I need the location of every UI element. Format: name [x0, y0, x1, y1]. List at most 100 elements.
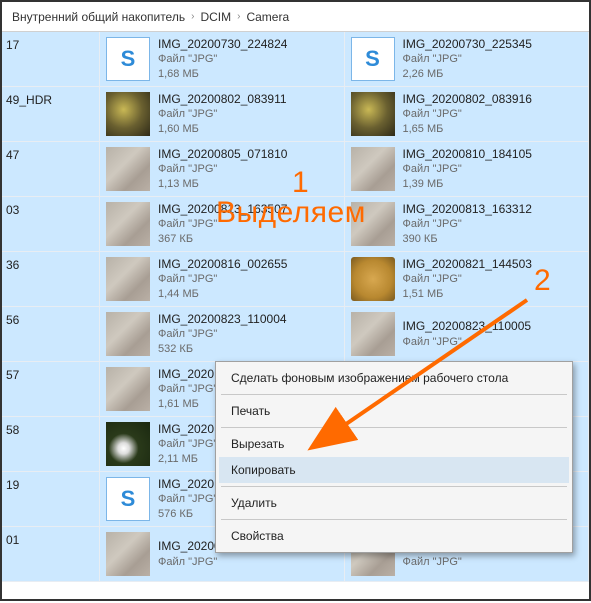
- partial-item[interactable]: 03: [2, 197, 100, 252]
- file-icon: [106, 37, 150, 81]
- menu-separator: [221, 394, 567, 395]
- file-size: 1,68 МБ: [158, 67, 287, 82]
- file-thumbnail: [351, 312, 395, 356]
- file-item[interactable]: IMG_20200816_002655Файл "JPG"1,44 МБ: [100, 252, 345, 307]
- item-suffix: 57: [6, 368, 19, 382]
- file-thumbnail: [106, 202, 150, 246]
- file-thumbnail: [106, 147, 150, 191]
- file-item[interactable]: IMG_20200821_144503Файл "JPG"1,51 МБ: [345, 252, 590, 307]
- file-size: 1,44 МБ: [158, 287, 287, 302]
- file-meta: IMG_20200730_225345 Файл "JPG" 2,26 МБ: [403, 36, 532, 82]
- menu-separator: [221, 519, 567, 520]
- file-size: 532 КБ: [158, 342, 287, 357]
- partial-item[interactable]: 47: [2, 142, 100, 197]
- item-suffix: 47: [6, 148, 19, 162]
- file-type: Файл "JPG": [158, 107, 287, 122]
- item-suffix: 17: [6, 38, 19, 52]
- partial-item[interactable]: 58: [2, 417, 100, 472]
- file-size: 2,11 МБ: [158, 452, 217, 467]
- file-name: IMG_20200805_071810: [158, 146, 287, 162]
- item-suffix: 01: [6, 533, 19, 547]
- file-name: IMG_2020: [158, 366, 217, 382]
- file-item[interactable]: IMG_20200813_163312Файл "JPG"390 КБ: [345, 197, 590, 252]
- chevron-right-icon: ›: [235, 11, 242, 22]
- item-suffix: 03: [6, 203, 19, 217]
- file-size: 1,39 МБ: [403, 177, 532, 192]
- file-icon: [106, 477, 150, 521]
- menu-copy[interactable]: Копировать: [219, 457, 569, 483]
- menu-set-wallpaper[interactable]: Сделать фоновым изображением рабочего ст…: [219, 365, 569, 391]
- menu-properties[interactable]: Свойства: [219, 523, 569, 549]
- file-item[interactable]: IMG_20200813_163507Файл "JPG"367 КБ: [100, 197, 345, 252]
- file-item[interactable]: IMG_20200810_184105Файл "JPG"1,39 МБ: [345, 142, 590, 197]
- context-menu[interactable]: Сделать фоновым изображением рабочего ст…: [215, 361, 573, 553]
- file-name: IMG_20200802_083916: [403, 91, 532, 107]
- file-name: IMG_20200810_184105: [403, 146, 532, 162]
- item-suffix: 36: [6, 258, 19, 272]
- file-name: IMG_20200813_163507: [158, 201, 287, 217]
- file-item[interactable]: IMG_20200823_110004Файл "JPG"532 КБ: [100, 307, 345, 362]
- file-size: 1,61 МБ: [158, 397, 217, 412]
- file-thumbnail: [106, 422, 150, 466]
- file-name: IMG_20200730_224824: [158, 36, 287, 52]
- file-item[interactable]: IMG_20200823_110005Файл "JPG": [345, 307, 590, 362]
- item-suffix: 56: [6, 313, 19, 327]
- file-thumbnail: [106, 92, 150, 136]
- file-type: Файл "JPG": [158, 382, 217, 397]
- file-thumbnail: [351, 202, 395, 246]
- item-suffix: 58: [6, 423, 19, 437]
- file-name: IMG_2020: [158, 476, 217, 492]
- file-size: 1,65 МБ: [403, 122, 532, 137]
- file-size: 576 КБ: [158, 507, 217, 522]
- file-thumbnail: [351, 257, 395, 301]
- file-type: Файл "JPG": [403, 52, 532, 67]
- crumb-dcim[interactable]: DCIM: [196, 10, 235, 24]
- file-item[interactable]: IMG_20200802_083916Файл "JPG"1,65 МБ: [345, 87, 590, 142]
- menu-delete[interactable]: Удалить: [219, 490, 569, 516]
- file-type: Файл "JPG": [158, 437, 217, 452]
- menu-separator: [221, 427, 567, 428]
- file-name: IMG_20200813_163312: [403, 201, 532, 217]
- file-item[interactable]: IMG_20200805_071810Файл "JPG"1,13 МБ: [100, 142, 345, 197]
- file-item[interactable]: IMG_20200730_224824 Файл "JPG" 1,68 МБ: [100, 32, 345, 87]
- partial-item[interactable]: 17: [2, 32, 100, 87]
- menu-cut[interactable]: Вырезать: [219, 431, 569, 457]
- file-type: Файл "JPG": [158, 555, 287, 570]
- file-type: Файл "JPG": [403, 162, 532, 177]
- file-thumbnail: [351, 147, 395, 191]
- menu-separator: [221, 486, 567, 487]
- partial-item[interactable]: 49_HDR: [2, 87, 100, 142]
- partial-item[interactable]: 36: [2, 252, 100, 307]
- menu-print[interactable]: Печать: [219, 398, 569, 424]
- item-suffix: 49_HDR: [6, 93, 52, 107]
- file-item[interactable]: IMG_20200802_083911Файл "JPG"1,60 МБ: [100, 87, 345, 142]
- file-name: IMG_20200821_144503: [403, 256, 532, 272]
- file-size: 2,26 МБ: [403, 67, 532, 82]
- file-thumbnail: [106, 257, 150, 301]
- file-name: IMG_20200802_083911: [158, 91, 287, 107]
- file-type: Файл "JPG": [158, 52, 287, 67]
- breadcrumb[interactable]: Внутренний общий накопитель › DCIM › Cam…: [2, 2, 589, 32]
- partial-item[interactable]: 01: [2, 527, 100, 582]
- partial-item[interactable]: 19: [2, 472, 100, 527]
- file-thumbnail: [106, 312, 150, 356]
- file-type: Файл "JPG": [403, 107, 532, 122]
- file-type: Файл "JPG": [158, 327, 287, 342]
- file-size: 1,13 МБ: [158, 177, 287, 192]
- crumb-root[interactable]: Внутренний общий накопитель: [8, 10, 189, 24]
- partial-item[interactable]: 56: [2, 307, 100, 362]
- file-meta: IMG_20200730_224824 Файл "JPG" 1,68 МБ: [158, 36, 287, 82]
- partial-item[interactable]: 57: [2, 362, 100, 417]
- file-name: IMG_20200730_225345: [403, 36, 532, 52]
- file-type: Файл "JPG": [158, 217, 287, 232]
- file-name: IMG_20200816_002655: [158, 256, 287, 272]
- file-type: Файл "JPG": [403, 555, 532, 570]
- file-thumbnail: [106, 532, 150, 576]
- file-name: IMG_2020: [158, 421, 217, 437]
- file-item[interactable]: IMG_20200730_225345 Файл "JPG" 2,26 МБ: [345, 32, 590, 87]
- crumb-camera[interactable]: Camera: [242, 10, 293, 24]
- file-size: 1,60 МБ: [158, 122, 287, 137]
- file-name: IMG_20200823_110005: [403, 318, 532, 334]
- file-size: 367 КБ: [158, 232, 287, 247]
- file-type: Файл "JPG": [158, 162, 287, 177]
